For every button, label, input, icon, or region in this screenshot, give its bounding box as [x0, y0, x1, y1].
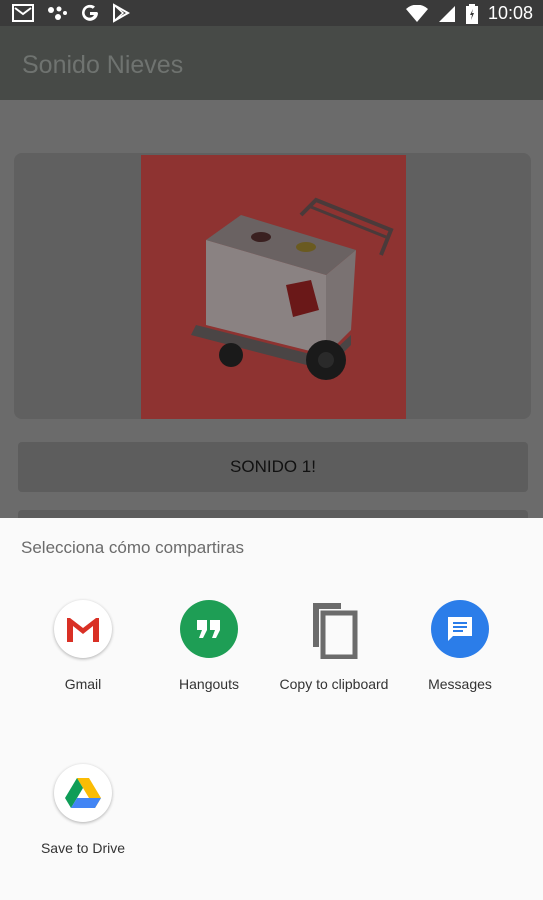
share-sheet: Selecciona cómo compartiras Gmail Hangou… [0, 518, 543, 900]
system-icons: 10:08 [405, 3, 533, 24]
cart-illustration [191, 197, 394, 380]
google-icon [82, 4, 98, 21]
share-target-save-to-drive[interactable]: Save to Drive [23, 764, 143, 856]
gmail-icon [54, 600, 112, 658]
wifi-icon [405, 4, 428, 22]
share-target-label: Hangouts [179, 676, 239, 692]
app-bar: Sonido Nieves [0, 26, 543, 100]
hangouts-icon [180, 600, 238, 658]
share-target-label: Messages [428, 676, 492, 692]
share-target-hangouts[interactable]: Hangouts [149, 600, 269, 692]
share-sheet-title: Selecciona cómo compartiras [21, 538, 244, 557]
battery-icon [465, 3, 478, 24]
play-store-icon [113, 3, 130, 23]
signal-icon [438, 5, 455, 22]
share-target-gmail[interactable]: Gmail [23, 600, 143, 692]
ice-cream-cart-image[interactable] [141, 155, 406, 419]
sonido-1-button[interactable]: SONIDO 1! [18, 442, 528, 492]
app-title: Sonido Nieves [22, 51, 184, 79]
share-target-label: Copy to clipboard [279, 676, 389, 692]
share-target-label: Gmail [64, 676, 102, 692]
share-target-label: Save to Drive [40, 840, 126, 856]
drive-icon [54, 764, 112, 822]
clock: 10:08 [487, 3, 533, 23]
clipboard-icon [305, 600, 363, 659]
assistant-icon [48, 6, 67, 20]
status-bar: 10:08 [0, 0, 543, 26]
share-target-copy-clipboard[interactable]: Copy to clipboard [274, 600, 394, 692]
share-target-messages[interactable]: Messages [400, 600, 520, 692]
gmail-notification-icon [12, 4, 34, 22]
messages-icon [431, 600, 489, 658]
notification-icons [12, 3, 130, 23]
